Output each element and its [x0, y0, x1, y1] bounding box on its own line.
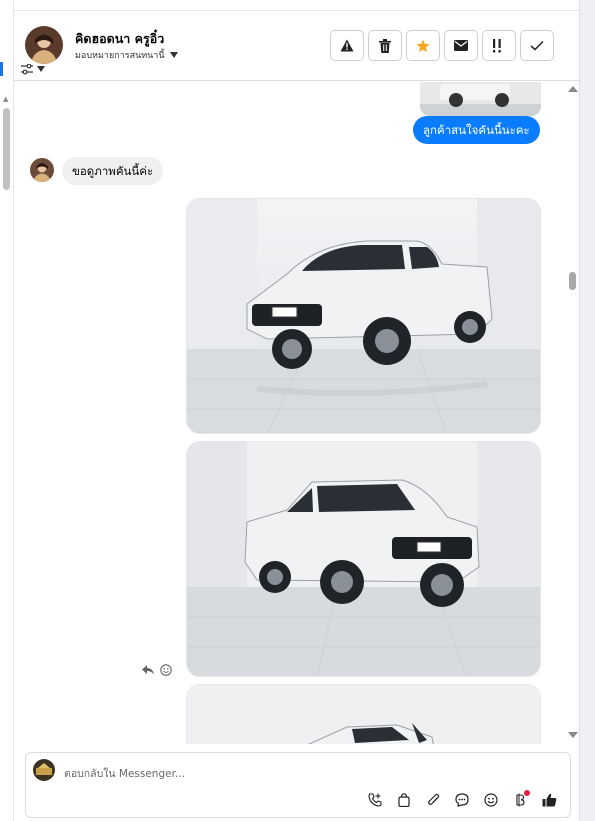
- outgoing-message-bubble[interactable]: ลูกค้าสนใจคันนี้นะคะ: [413, 116, 540, 144]
- conversation-header: คิดฮอดนา ครูอิ๋ว มอบหมายการสนทนานี้: [14, 11, 579, 81]
- contact-avatar[interactable]: [25, 26, 63, 64]
- delete-button[interactable]: [368, 30, 402, 61]
- left-rail: ▲: [0, 0, 14, 821]
- notification-dot: [524, 790, 530, 796]
- star-icon: [416, 39, 430, 52]
- chevron-down-icon: [37, 66, 45, 72]
- selection-indicator: [0, 62, 3, 76]
- saved-replies-button[interactable]: [451, 789, 473, 811]
- trash-icon: [379, 38, 391, 53]
- reply-icon[interactable]: [142, 665, 154, 675]
- filter-menu[interactable]: [21, 62, 53, 76]
- chat-bubble-icon: [455, 793, 469, 807]
- envelope-icon: [454, 40, 468, 51]
- truck-photo-side[interactable]: [186, 441, 541, 677]
- call-button[interactable]: [364, 789, 386, 811]
- page-avatar: [33, 759, 55, 781]
- assign-dropdown[interactable]: มอบหมายการสนทนานี้: [75, 48, 178, 62]
- right-edge-panel: [579, 0, 595, 821]
- important-icon: [493, 38, 501, 52]
- left-scroll-up-icon[interactable]: ▲: [3, 95, 8, 103]
- composer-tools: [364, 789, 560, 811]
- star-button[interactable]: [406, 30, 440, 61]
- app-frame: ▲ คิดฮอดนา ครูอิ๋ว มอบหมายการสนทนานี้ ลู…: [0, 0, 595, 821]
- previous-truck-photo[interactable]: [420, 82, 541, 116]
- message-tools: [142, 664, 172, 676]
- attach-button[interactable]: [422, 789, 444, 811]
- truck-photo-partial[interactable]: [186, 684, 541, 744]
- bag-icon: [398, 793, 410, 807]
- scroll-up-icon[interactable]: [568, 86, 578, 92]
- scrollbar-thumb[interactable]: [569, 272, 576, 290]
- contact-name: คิดฮอดนา ครูอิ๋ว: [75, 31, 165, 46]
- bitcoin-icon: [516, 793, 525, 807]
- like-button[interactable]: [538, 789, 560, 811]
- emoji-button[interactable]: [480, 789, 502, 811]
- message-thread[interactable]: ลูกค้าสนใจคันนี้นะคะ ขอดูภาพคันนี้ค่ะ: [14, 82, 565, 744]
- shop-button[interactable]: [393, 789, 415, 811]
- emoji-reaction-icon[interactable]: [160, 664, 172, 676]
- report-spam-button[interactable]: [330, 30, 364, 61]
- chevron-down-icon: [169, 52, 178, 58]
- like-icon: [542, 793, 556, 807]
- header-actions: [330, 30, 554, 61]
- scroll-down-icon[interactable]: [568, 732, 578, 738]
- paperclip-icon: [427, 793, 439, 805]
- reply-composer[interactable]: ตอบกลับใน Messenger...: [25, 752, 571, 818]
- mark-important-button[interactable]: [482, 30, 516, 61]
- sliders-icon: [21, 63, 33, 74]
- mark-unread-button[interactable]: [444, 30, 478, 61]
- call-plus-icon: [368, 793, 382, 807]
- reply-input[interactable]: ตอบกลับใน Messenger...: [64, 765, 185, 782]
- warning-icon: [340, 39, 354, 52]
- mark-done-button[interactable]: [520, 30, 554, 61]
- thread-scrollbar[interactable]: [565, 82, 579, 744]
- incoming-message-bubble[interactable]: ขอดูภาพคันนี้ค่ะ: [62, 157, 164, 185]
- truck-photo-front[interactable]: [186, 198, 541, 434]
- left-scrollbar-thumb[interactable]: [3, 108, 10, 190]
- payments-button[interactable]: [509, 789, 531, 811]
- assign-label: มอบหมายการสนทนานี้: [75, 51, 165, 61]
- sender-avatar[interactable]: [30, 158, 54, 182]
- check-icon: [530, 40, 544, 51]
- emoji-icon: [484, 793, 498, 807]
